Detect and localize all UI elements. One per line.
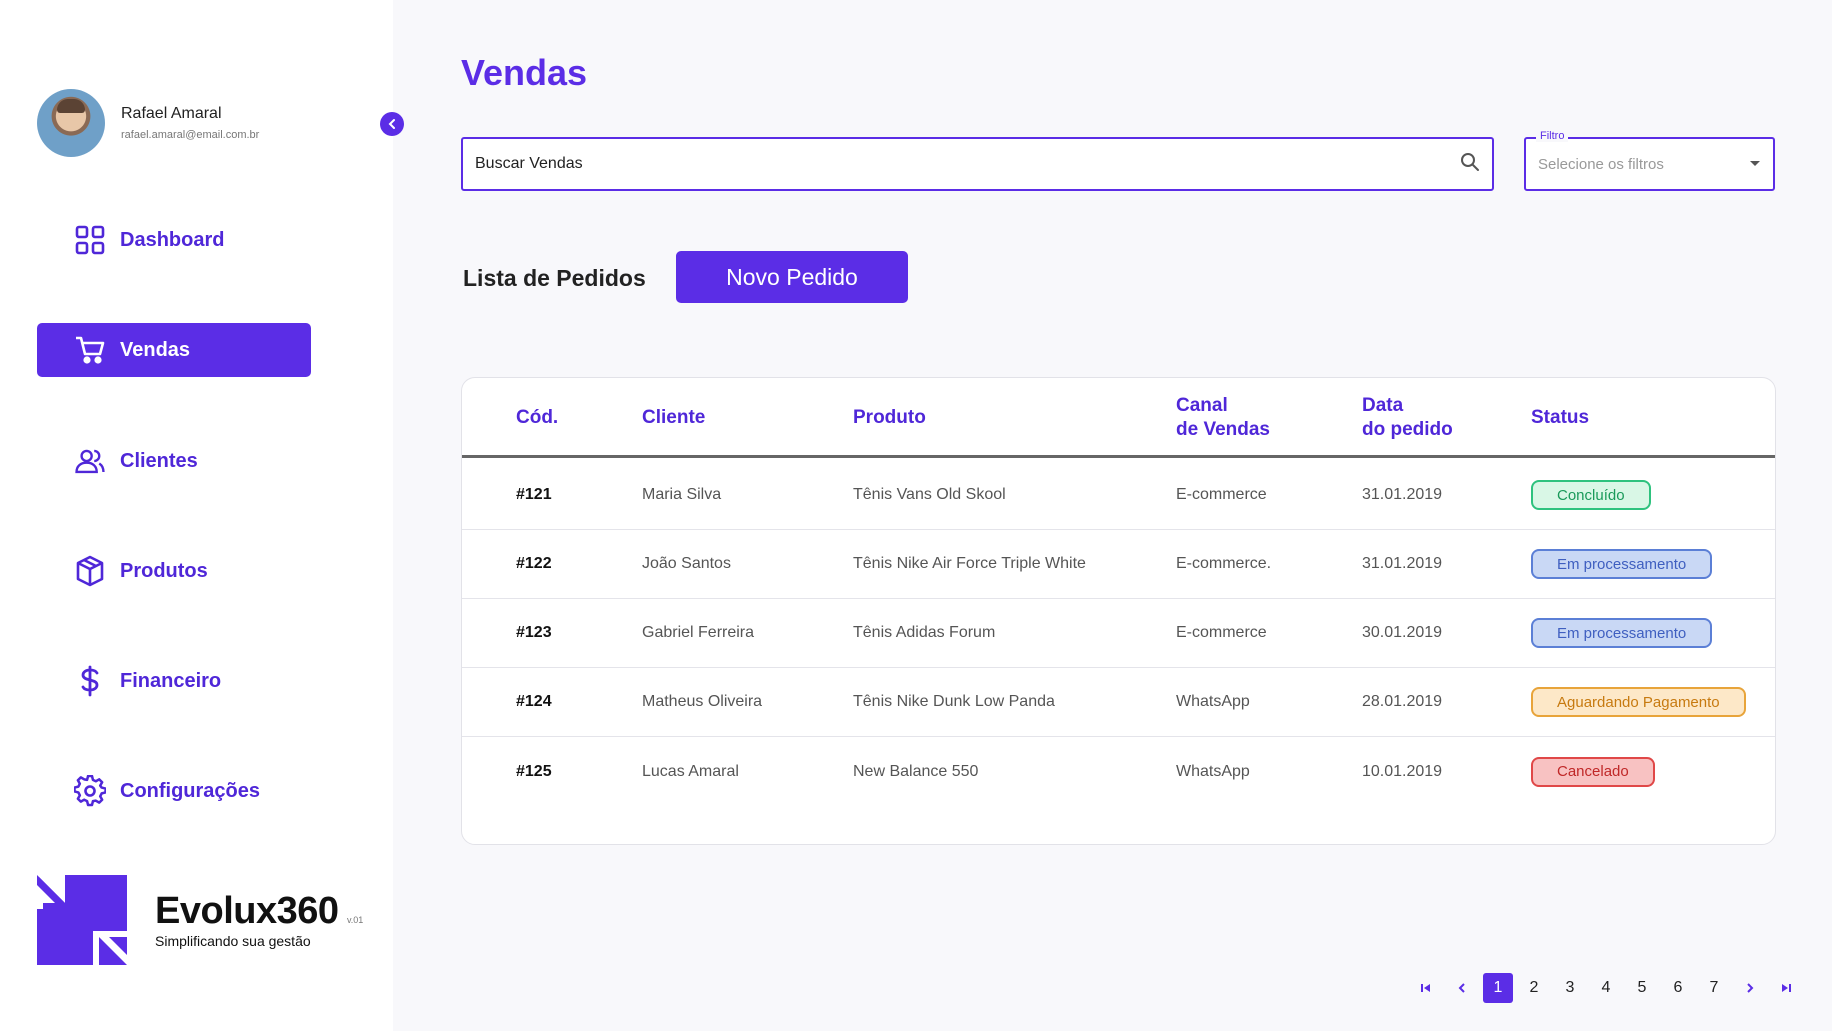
order-client: Matheus Oliveira <box>642 693 763 710</box>
chevron-left-icon <box>1458 983 1465 993</box>
orders-list-title: Lista de Pedidos <box>463 265 646 291</box>
sidebar-item-label: Vendas <box>120 338 191 361</box>
page-button[interactable]: 6 <box>1663 973 1693 1003</box>
sidebar-item-dashboard[interactable]: Dashboard <box>37 213 311 267</box>
table-row[interactable]: #125 Lucas Amaral New Balance 550 WhatsApp 1… <box>462 737 1775 806</box>
pagination: 1234567 <box>1408 973 1804 1003</box>
order-channel: E-commerce. <box>1176 555 1272 572</box>
order-client: Gabriel Ferreira <box>642 624 755 641</box>
status-badge: Em processamento <box>1531 618 1713 648</box>
order-channel: WhatsApp <box>1176 693 1250 710</box>
sidebar-item-label: Configurações <box>120 779 261 802</box>
brand-mark-icon <box>37 875 127 965</box>
filter-label: Filtro <box>1536 130 1569 142</box>
order-date: 28.01.2019 <box>1362 693 1443 710</box>
filter-placeholder: Selecione os filtros <box>1538 155 1664 173</box>
order-product: Tênis Vans Old Skool <box>853 486 1006 503</box>
order-code: #121 <box>516 486 552 503</box>
grid-icon <box>74 224 106 256</box>
table-row[interactable]: #121 Maria Silva Tênis Vans Old Skool E-com… <box>462 461 1775 530</box>
status-badge: Em processamento <box>1531 549 1713 579</box>
user-email: rafael.amaral@email.com.br <box>121 129 260 141</box>
filter-select[interactable]: Filtro Selecione os filtros <box>1524 130 1775 191</box>
order-date: 31.01.2019 <box>1362 555 1443 572</box>
order-code: #125 <box>516 762 552 780</box>
order-channel: E-commerce <box>1176 624 1267 641</box>
order-channel: E-commerce <box>1176 486 1267 503</box>
search-box[interactable] <box>461 137 1494 191</box>
brand-name: Evolux360 <box>155 890 339 932</box>
search-icon[interactable] <box>1460 152 1480 177</box>
order-date: 31.01.2019 <box>1362 486 1443 503</box>
column-header-client[interactable]: Cliente <box>642 378 705 458</box>
prev-page-button[interactable] <box>1447 973 1477 1003</box>
collapse-sidebar-button[interactable] <box>380 112 404 136</box>
chevron-left-icon <box>388 119 395 129</box>
order-date: 10.01.2019 <box>1362 762 1443 780</box>
gear-icon <box>74 775 106 807</box>
brand-tagline: Simplificando sua gestão <box>155 933 311 949</box>
orders-table: Cód. Cliente Produto Canal de Vendas Dat… <box>461 377 1776 845</box>
chevron-right-icon <box>1747 983 1754 993</box>
page-button[interactable]: 3 <box>1555 973 1585 1003</box>
status-badge: Concluído <box>1531 480 1651 510</box>
user-name: Rafael Amaral <box>121 105 222 122</box>
order-client: Maria Silva <box>642 486 722 503</box>
page-button[interactable]: 4 <box>1591 973 1621 1003</box>
sidebar-item-financeiro[interactable]: Financeiro <box>37 654 311 708</box>
table-header: Cód. Cliente Produto Canal de Vendas Dat… <box>462 378 1775 458</box>
brand-logo: Evolux360 v.01 Simplificando sua gestão <box>37 875 363 965</box>
dollar-icon <box>74 665 106 697</box>
column-header-product[interactable]: Produto <box>853 378 926 458</box>
order-date: 30.01.2019 <box>1362 624 1443 641</box>
page-button[interactable]: 5 <box>1627 973 1657 1003</box>
last-page-button[interactable] <box>1771 973 1801 1003</box>
next-page-button[interactable] <box>1735 973 1765 1003</box>
new-order-button[interactable]: Novo Pedido <box>676 251 908 303</box>
order-code: #123 <box>516 624 552 641</box>
page-title: Vendas <box>461 52 588 93</box>
order-product: New Balance 550 <box>853 762 979 780</box>
first-page-icon <box>1421 984 1430 992</box>
sidebar-item-label: Clientes <box>120 449 198 472</box>
sidebar-item-label: Financeiro <box>120 669 222 692</box>
user-profile[interactable]: Rafael Amaral rafael.amaral@email.com.br <box>37 89 259 157</box>
first-page-button[interactable] <box>1411 973 1441 1003</box>
box-icon <box>74 555 106 587</box>
order-client: João Santos <box>642 555 731 572</box>
avatar <box>37 89 105 157</box>
order-product: Tênis Adidas Forum <box>853 624 996 641</box>
table-row[interactable]: #124 Matheus Oliveira Tênis Nike Dunk Low … <box>462 668 1775 737</box>
column-header-date[interactable]: Data do pedido <box>1362 378 1453 458</box>
brand-version: v.01 <box>346 915 364 925</box>
sidebar-item-label: Dashboard <box>120 228 225 251</box>
sidebar: Rafael Amaral rafael.amaral@email.com.br… <box>0 0 393 1031</box>
sidebar-item-produtos[interactable]: Produtos <box>37 544 311 598</box>
page-button[interactable]: 2 <box>1519 973 1549 1003</box>
sidebar-item-label: Produtos <box>120 559 208 582</box>
column-header-status[interactable]: Status <box>1531 378 1589 458</box>
sidebar-item-configuracoes[interactable]: Configurações <box>37 764 311 818</box>
column-header-channel[interactable]: Canal de Vendas <box>1176 378 1270 458</box>
page-button[interactable]: 7 <box>1699 973 1729 1003</box>
status-badge: Aguardando Pagamento <box>1531 687 1746 717</box>
order-product: Tênis Nike Dunk Low Panda <box>853 693 1055 710</box>
order-code: #122 <box>516 555 552 572</box>
chevron-down-icon <box>1749 155 1761 173</box>
order-code: #124 <box>516 693 552 710</box>
sidebar-item-clientes[interactable]: Clientes <box>37 434 311 488</box>
order-product: Tênis Nike Air Force Triple White <box>853 555 1086 572</box>
users-icon <box>74 445 106 477</box>
page-button[interactable]: 1 <box>1483 973 1513 1003</box>
column-header-code[interactable]: Cód. <box>516 378 558 458</box>
table-row[interactable]: #123 Gabriel Ferreira Tênis Adidas Forum E-… <box>462 599 1775 668</box>
last-page-icon <box>1782 984 1791 992</box>
search-input[interactable] <box>475 155 1460 173</box>
table-row[interactable]: #122 João Santos Tênis Nike Air Force Trip… <box>462 530 1775 599</box>
order-client: Lucas Amaral <box>642 762 739 780</box>
sidebar-item-vendas[interactable]: Vendas <box>37 323 311 377</box>
status-badge: Cancelado <box>1531 756 1655 787</box>
order-channel: WhatsApp <box>1176 762 1250 780</box>
cart-icon <box>74 334 106 366</box>
